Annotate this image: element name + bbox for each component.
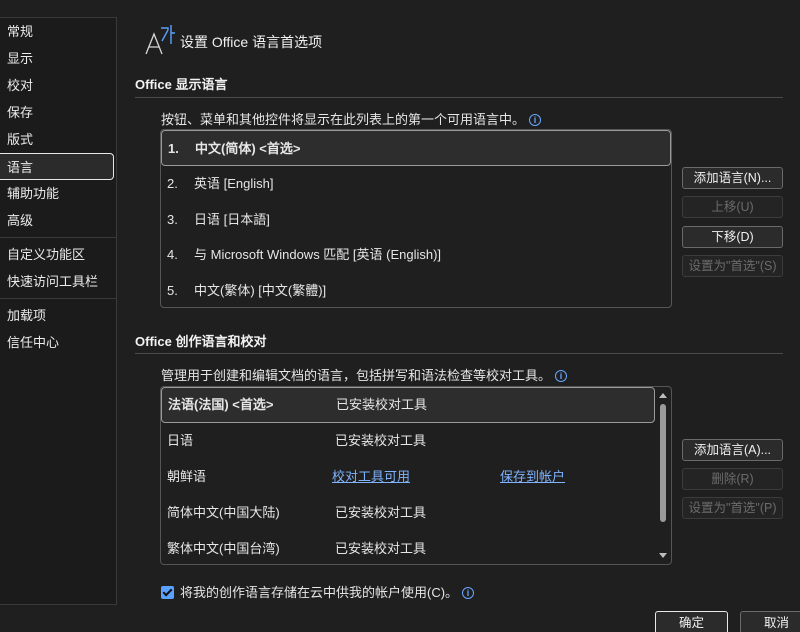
sidebar-item-trust-center[interactable]: 信任中心 bbox=[0, 329, 116, 356]
language-name: 英语 [English] bbox=[194, 176, 274, 191]
sidebar-item-quick-access-toolbar[interactable]: 快速访问工具栏 bbox=[0, 268, 116, 295]
language-number: 2. bbox=[167, 176, 178, 191]
proofing-tools-available-link[interactable]: 校对工具可用 bbox=[332, 459, 410, 495]
language-name: 中文(简体) <首选> bbox=[195, 141, 301, 156]
authoring-language-name: 日语 bbox=[167, 433, 194, 448]
scroll-down-icon[interactable] bbox=[659, 553, 667, 558]
proofing-status: 已安装校对工具 bbox=[336, 397, 428, 412]
display-language-heading: Office 显示语言 bbox=[135, 77, 228, 92]
authoring-language-name: 简体中文(中国大陆) bbox=[167, 505, 280, 520]
proofing-status: 已安装校对工具 bbox=[335, 541, 427, 556]
authoring-language-name: 朝鲜语 bbox=[167, 469, 207, 484]
proofing-status: 已安装校对工具 bbox=[335, 505, 427, 520]
display-language-list[interactable]: 1. 中文(简体) <首选> 2. 英语 [English] 3. 日语 [日本語] … bbox=[160, 129, 672, 308]
authoring-description-text: 管理用于创建和编辑文档的语言，包括拼写和语法检查等校对工具。 bbox=[161, 368, 552, 383]
authoring-language-heading: Office 创作语言和校对 bbox=[135, 334, 267, 349]
display-description-text: 按钮、菜单和其他控件将显示在此列表上的第一个可用语言中。 bbox=[161, 112, 526, 127]
remove-language-button[interactable]: 删除(R) bbox=[682, 468, 783, 490]
sidebar-item-customize-ribbon[interactable]: 自定义功能区 bbox=[0, 241, 116, 268]
proofing-status: 已安装校对工具 bbox=[335, 433, 427, 448]
display-language-row[interactable]: 2. 英语 [English] bbox=[161, 166, 671, 202]
display-language-row[interactable]: 1. 中文(简体) <首选> bbox=[161, 130, 671, 166]
add-display-language-button[interactable]: 添加语言(N)... bbox=[682, 167, 783, 189]
authoring-language-description: 管理用于创建和编辑文档的语言，包括拼写和语法检查等校对工具。 i bbox=[161, 365, 568, 384]
sidebar-item-save[interactable]: 保存 bbox=[0, 99, 116, 126]
cloud-storage-checkbox[interactable] bbox=[161, 586, 174, 599]
info-icon[interactable]: i bbox=[462, 587, 475, 599]
table-row[interactable]: 简体中文(中国大陆) 已安装校对工具 bbox=[161, 495, 671, 531]
save-to-account-link[interactable]: 保存到帐户 bbox=[500, 459, 565, 495]
section-divider bbox=[135, 97, 783, 98]
table-row[interactable]: 朝鲜语 校对工具可用 保存到帐户 bbox=[161, 459, 671, 495]
language-number: 1. bbox=[168, 141, 179, 156]
sidebar-item-add-ins[interactable]: 加载项 bbox=[0, 302, 116, 329]
language-name: 中文(繁体) [中文(繁體)] bbox=[194, 282, 327, 298]
ok-button[interactable]: 确定 bbox=[655, 611, 728, 632]
display-language-description: 按钮、菜单和其他控件将显示在此列表上的第一个可用语言中。 i bbox=[161, 109, 542, 128]
sidebar-item-layout[interactable]: 版式 bbox=[0, 126, 116, 153]
scroll-up-icon[interactable] bbox=[659, 393, 667, 398]
language-name: 日语 [日本語] bbox=[194, 211, 270, 227]
language-number: 3. bbox=[167, 211, 178, 227]
cloud-storage-option: 将我的创作语言存储在云中供我的帐户使用(C)。 i bbox=[161, 582, 475, 601]
info-icon[interactable]: i bbox=[555, 370, 568, 382]
sidebar-item-proofing[interactable]: 校对 bbox=[0, 72, 116, 99]
cloud-storage-label: 将我的创作语言存储在云中供我的帐户使用(C)。 bbox=[180, 585, 459, 600]
display-language-row[interactable]: 5. 中文(繁体) [中文(繁體)] bbox=[161, 273, 671, 309]
sidebar-item-accessibility[interactable]: 辅助功能 bbox=[0, 180, 116, 207]
scroll-thumb[interactable] bbox=[660, 404, 666, 522]
cancel-button[interactable]: 取消 bbox=[740, 611, 800, 632]
page-title: 设置 Office 语言首选项 bbox=[180, 34, 323, 50]
table-row[interactable]: 日语 已安装校对工具 bbox=[161, 423, 671, 459]
move-down-button[interactable]: 下移(D) bbox=[682, 226, 783, 248]
authoring-language-name: 法语(法国) <首选> bbox=[168, 397, 274, 412]
sidebar-item-advanced[interactable]: 高级 bbox=[0, 207, 116, 234]
sidebar-item-display[interactable]: 显示 bbox=[0, 45, 116, 72]
add-authoring-language-button[interactable]: 添加语言(A)... bbox=[682, 439, 783, 461]
language-number: 5. bbox=[167, 282, 178, 298]
display-language-row[interactable]: 3. 日语 [日本語] bbox=[161, 202, 671, 238]
set-preferred-authoring-button[interactable]: 设置为"首选"(P) bbox=[682, 497, 783, 519]
section-divider bbox=[135, 353, 783, 354]
sidebar-divider bbox=[0, 298, 116, 299]
authoring-language-table[interactable]: 法语(法国) <首选> 已安装校对工具 日语 已安装校对工具 朝鲜语 校对工具可… bbox=[160, 386, 672, 565]
authoring-language-name: 繁体中文(中国台湾) bbox=[167, 541, 280, 556]
language-number: 4. bbox=[167, 247, 178, 263]
set-preferred-display-button[interactable]: 设置为"首选"(S) bbox=[682, 255, 783, 277]
language-icon bbox=[145, 25, 175, 55]
sidebar-divider bbox=[0, 237, 116, 238]
options-sidebar: 常规 显示 校对 保存 版式 语言 辅助功能 高级 自定义功能区 快速访问工具栏… bbox=[0, 17, 117, 605]
sidebar-item-language[interactable]: 语言 bbox=[0, 153, 114, 180]
table-row[interactable]: 繁体中文(中国台湾) 已安装校对工具 bbox=[161, 531, 671, 564]
language-name: 与 Microsoft Windows 匹配 [英语 (English)] bbox=[194, 247, 442, 263]
vertical-scrollbar[interactable] bbox=[655, 387, 671, 564]
display-language-row[interactable]: 4. 与 Microsoft Windows 匹配 [英语 (English)] bbox=[161, 237, 671, 273]
table-row[interactable]: 法语(法国) <首选> 已安装校对工具 bbox=[161, 387, 655, 423]
move-up-button[interactable]: 上移(U) bbox=[682, 196, 783, 218]
info-icon[interactable]: i bbox=[529, 114, 542, 126]
sidebar-item-general[interactable]: 常规 bbox=[0, 18, 116, 45]
